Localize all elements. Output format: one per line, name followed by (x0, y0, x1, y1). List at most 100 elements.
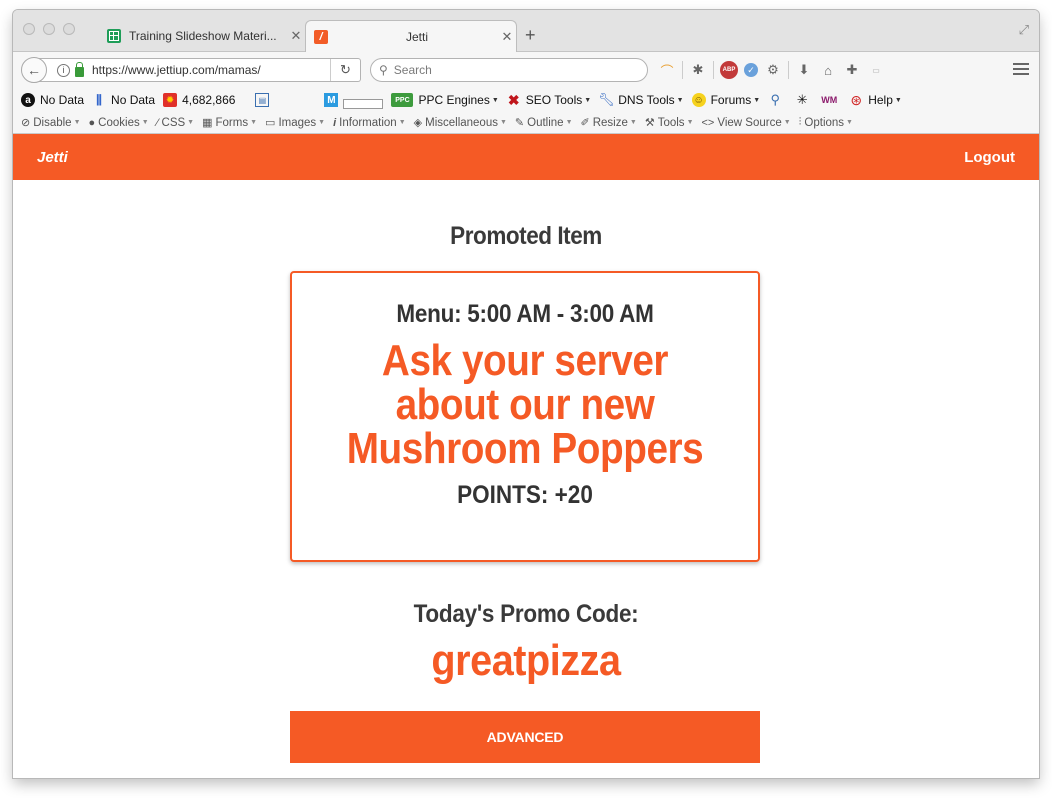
forums-menu[interactable]: ☺ Forums ▼ (691, 93, 760, 107)
lifebuoy-icon: ⊛ (850, 91, 863, 108)
outline-menu[interactable]: ✎ Outline ▼ (514, 116, 573, 130)
advanced-button[interactable]: ADVANCED (290, 711, 760, 763)
download-icon[interactable]: ⬇ (795, 62, 813, 78)
rank-value: 4,682,866 (182, 93, 236, 107)
info-icon[interactable]: i (57, 63, 70, 77)
cookies-label: Cookies (98, 116, 140, 129)
new-tab-button[interactable]: + (525, 25, 536, 46)
app-header: Jetti Logout (13, 134, 1039, 180)
alexa-rank[interactable]: a No Data (21, 93, 84, 107)
dropdown-icon: ▼ (141, 119, 149, 126)
ppc-icon: PPC (391, 93, 414, 107)
home-icon[interactable]: ⌂ (819, 63, 837, 78)
tab-jetti[interactable]: / Jetti ✕ (305, 20, 517, 52)
view-source-label: View Source (717, 116, 782, 129)
ppc-engines-menu[interactable]: PPC PPC Engines ▼ (391, 93, 499, 107)
options-menu[interactable]: ⫶ Options ▼ (799, 116, 853, 129)
magnifier-button[interactable]: ⚲ (768, 92, 787, 107)
pencil-icon: ✎ (514, 117, 525, 129)
adblock-icon[interactable]: ABP (720, 61, 738, 79)
image-icon: ▭ (265, 117, 276, 129)
close-window-button[interactable] (23, 23, 35, 35)
logout-link[interactable]: Logout (964, 149, 1015, 166)
miscellaneous-menu[interactable]: ◈ Miscellaneous ▼ (414, 116, 507, 130)
forums-label: Forums (710, 93, 752, 107)
tab-strip: Training Slideshow Materi... ✕ / Jetti ✕… (13, 10, 1039, 52)
points-value: POINTS: +20 (457, 481, 593, 509)
spider-button[interactable]: ✳ (795, 92, 814, 107)
forms-menu[interactable]: ▦ Forms ▼ (202, 116, 257, 130)
rank-icon: ✹ (163, 93, 178, 107)
seo-tools-menu[interactable]: ✖ SEO Tools ▼ (507, 91, 591, 108)
search-placeholder: Search (393, 63, 432, 77)
images-menu[interactable]: ▭ Images ▼ (265, 116, 326, 130)
ppc-label: PPC Engines (418, 93, 490, 107)
css-icon[interactable]: ▭ (867, 66, 885, 75)
navigation-bar: i https://www.jettiup.com/mamas/ ↻ ← ⚲ S… (13, 52, 1039, 88)
cookies-menu[interactable]: ● Cookies ▼ (89, 117, 149, 129)
tab-title: Jetti (405, 29, 428, 44)
promoted-item-card: Menu: 5:00 AM - 3:00 AM Ask your server … (290, 271, 760, 562)
wrench-icon: ⚒ (644, 117, 655, 129)
sliders-icon: ⫶ (798, 116, 802, 128)
tab-close-icon[interactable]: ✕ (287, 28, 305, 44)
fullscreen-icon[interactable]: ⤢ (1019, 22, 1029, 38)
gear-icon[interactable]: ⚙ (764, 62, 782, 78)
jetti-favicon-icon: / (314, 29, 328, 44)
dropdown-icon: ▼ (629, 119, 637, 126)
back-button[interactable]: ← (21, 57, 47, 83)
search-input[interactable]: ⚲ Search (370, 58, 648, 82)
dropdown-icon: ▼ (676, 96, 684, 104)
google-sheets-icon (107, 29, 121, 43)
tools-menu[interactable]: ⚒ Tools ▼ (644, 116, 694, 130)
url-bar[interactable]: i https://www.jettiup.com/mamas/ ↻ (39, 58, 361, 82)
search-icon: ⚲ (379, 63, 388, 77)
seo-icon: ✖ (507, 91, 520, 108)
help-menu[interactable]: ⊛ Help ▼ (849, 91, 902, 108)
dropdown-icon: ▼ (398, 119, 406, 126)
pagerank-value: No Data (111, 93, 156, 107)
spider-icon: ✳ (796, 92, 808, 107)
promo-headline: Ask your server about our new Mushroom P… (346, 336, 704, 473)
images-label: Images (278, 116, 317, 129)
information-menu[interactable]: i Information ▼ (333, 117, 406, 129)
checkmark-icon[interactable]: ✓ (744, 63, 758, 77)
pagerank[interactable]: ⫼ No Data (92, 93, 156, 108)
disable-menu[interactable]: ⊘ Disable ▼ (21, 116, 81, 130)
alexa-value: No Data (40, 93, 85, 107)
m-button[interactable]: M (324, 93, 343, 107)
dns-tools-menu[interactable]: 🔧︎ DNS Tools ▼ (598, 92, 684, 107)
tab-close-icon[interactable]: ✕ (498, 29, 516, 45)
tools-label: Tools (657, 116, 685, 129)
minimize-window-button[interactable] (43, 23, 55, 35)
alexa-icon: a (21, 93, 35, 107)
chart-button[interactable]: ▤ (255, 93, 274, 107)
menu-icon[interactable] (1013, 62, 1029, 76)
promo-code: greatpizza (431, 636, 621, 685)
options-label: Options (804, 116, 845, 129)
wm-button[interactable]: WM (821, 93, 841, 107)
forms-label: Forms (215, 116, 249, 129)
dropdown-icon: ▼ (846, 119, 853, 126)
view-source-menu[interactable]: <> View Source ▼ (702, 117, 791, 129)
lock-icon (75, 62, 84, 77)
zoom-window-button[interactable] (63, 23, 75, 35)
outline-label: Outline (527, 116, 564, 129)
promoted-item-heading: Promoted Item (450, 222, 602, 250)
url-text[interactable]: https://www.jettiup.com/mamas/ (92, 63, 297, 77)
puzzle-icon[interactable]: ✚ (843, 62, 861, 78)
toolbar-input[interactable] (343, 99, 384, 109)
rainbow-icon[interactable]: ⌒ (658, 61, 676, 80)
dropdown-icon: ▼ (318, 119, 326, 126)
resize-menu[interactable]: ✐ Resize ▼ (581, 116, 637, 130)
jetti-logo[interactable]: Jetti (37, 149, 68, 166)
tab-title: Training Slideshow Materi... (129, 29, 277, 43)
css-menu[interactable]: ⁄ CSS ▼ (157, 117, 194, 129)
reload-icon[interactable]: ↻ (330, 59, 360, 81)
dropdown-icon: ▼ (499, 119, 507, 126)
traffic-rank[interactable]: ✹ 4,682,866 (163, 93, 235, 107)
back-arrow-icon: ← (27, 62, 41, 78)
dropdown-icon: ▼ (187, 119, 195, 126)
firebug-icon[interactable]: ✱ (689, 62, 707, 78)
tab-training-slideshow[interactable]: Training Slideshow Materi... ✕ (99, 20, 305, 52)
